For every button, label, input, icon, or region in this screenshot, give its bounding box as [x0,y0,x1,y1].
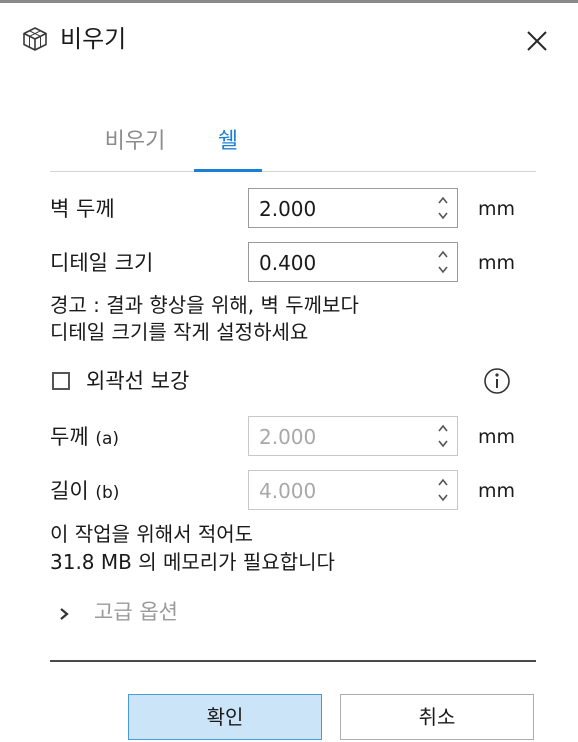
info-icon[interactable] [482,366,512,396]
advanced-options-label[interactable]: 고급 옵션 [94,596,178,628]
warning-line-1: 경고 : 결과 향상을 위해, 벽 두께보다 [50,293,359,317]
detail-size-unit: mm [478,252,516,274]
wall-thickness-label: 벽 두께 [50,197,115,221]
close-icon[interactable] [522,26,552,56]
warning-line-2: 디테일 크기를 작게 설정하세요 [50,320,309,344]
wall-thickness-unit: mm [478,198,516,220]
tab-bar: 비우기 쉘 [50,126,536,174]
wall-thickness-value[interactable]: 2.000 [259,195,316,223]
dialog-title: 비우기 [60,25,127,53]
spinner-arrows-icon[interactable] [435,475,451,505]
chevron-right-icon[interactable] [58,606,70,620]
thickness-a-unit: mm [478,426,516,448]
cancel-button[interactable]: 취소 [340,694,534,740]
length-b-input[interactable]: 4.000 [248,470,458,510]
active-tab-indicator [194,169,262,172]
ok-button[interactable]: 확인 [128,694,322,740]
thickness-a-row: 두께 (a) 2.000 mm [50,416,536,460]
thickness-a-label: 두께 (a) [50,425,120,449]
detail-size-input[interactable]: 0.400 [248,242,458,282]
spinner-arrows-icon[interactable] [435,193,451,223]
wall-thickness-row: 벽 두께 2.000 mm [50,188,536,232]
spinner-arrows-icon[interactable] [435,247,451,277]
length-b-row: 길이 (b) 4.000 mm [50,470,536,514]
detail-size-value[interactable]: 0.400 [259,249,316,277]
memory-note-line-2: 31.8 MB 의 메모리가 필요합니다 [50,550,335,574]
outline-reinforce-checkbox[interactable] [52,372,70,390]
memory-note-line-1: 이 작업을 위해서 적어도 [50,522,254,546]
title-bar: 비우기 [0,8,578,68]
outline-reinforce-row: 외곽선 보강 [50,362,536,402]
wall-thickness-input[interactable]: 2.000 [248,188,458,228]
detail-size-label: 디테일 크기 [50,251,154,275]
cube-wireframe-icon [22,26,48,52]
length-b-unit: mm [478,480,516,502]
thickness-a-input[interactable]: 2.000 [248,416,458,456]
memory-note: 이 작업을 위해서 적어도 31.8 MB 의 메모리가 필요합니다 [50,520,540,576]
length-b-label: 길이 (b) [50,479,120,503]
tab-divider [50,171,536,172]
window-top-border [0,0,578,3]
spinner-arrows-icon[interactable] [435,421,451,451]
outline-reinforce-label[interactable]: 외곽선 보강 [86,366,189,396]
length-b-value[interactable]: 4.000 [259,477,316,505]
tab-fill[interactable]: 비우기 [76,126,194,170]
detail-size-row: 디테일 크기 0.400 mm [50,242,536,286]
warning-text: 경고 : 결과 향상을 위해, 벽 두께보다 디테일 크기를 작게 설정하세요 [50,292,540,346]
footer-divider [50,660,536,662]
tab-shell[interactable]: 쉘 [194,126,262,170]
thickness-a-value[interactable]: 2.000 [259,423,316,451]
